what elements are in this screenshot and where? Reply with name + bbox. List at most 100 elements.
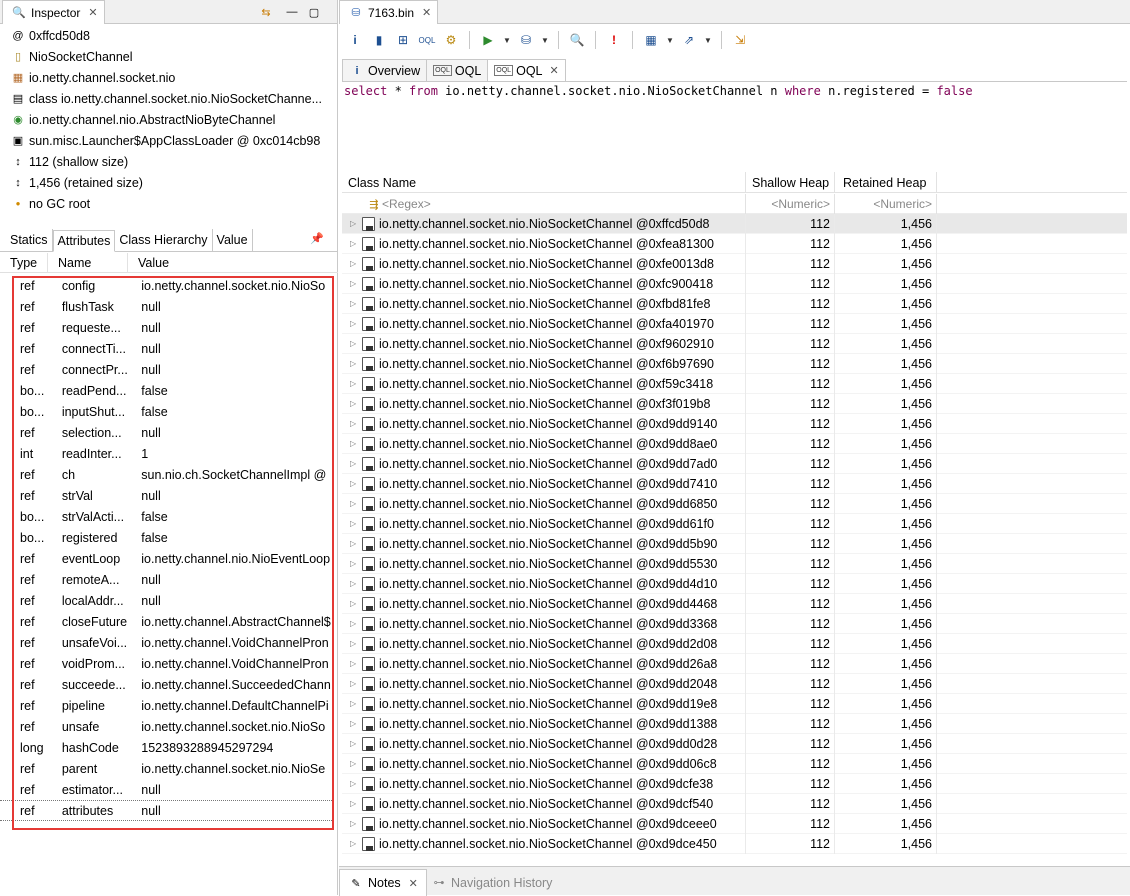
info-class[interactable]: ▤ class io.netty.channel.socket.nio.NioS… [0,88,338,109]
table-row[interactable]: ▷ io.netty.channel.socket.nio.NioSocketCh… [342,513,1127,534]
expand-icon[interactable]: ▷ [350,359,362,368]
attribute-row[interactable]: ref voidProm... io.netty.channel.VoidChann… [0,653,334,674]
info-superclass[interactable]: ◉ io.netty.channel.nio.AbstractNioByteCh… [0,109,338,130]
expand-icon[interactable]: ▷ [350,459,362,468]
histogram-icon[interactable]: ▮ [369,30,389,50]
expand-icon[interactable]: ▷ [350,679,362,688]
tab-statics[interactable]: Statics [6,229,53,251]
expand-icon[interactable]: ▷ [350,339,362,348]
attribute-row[interactable]: ref ch sun.nio.ch.SocketChannelImpl @ [0,464,334,485]
tab-value[interactable]: Value [213,229,253,251]
expand-icon[interactable]: ▷ [350,599,362,608]
attribute-row[interactable]: ref parent io.netty.channel.socket.nio.Nio… [0,758,334,779]
close-icon[interactable]: ✕ [409,877,418,890]
attribute-row[interactable]: bo... registered false [0,527,334,548]
chevron-down-icon[interactable]: ▼ [665,30,675,50]
expand-icon[interactable]: ▷ [350,719,362,728]
attribute-row[interactable]: long hashCode 1523893288945297294 [0,737,334,758]
expand-icon[interactable]: ▷ [350,839,362,848]
expand-icon[interactable]: ▷ [350,579,362,588]
close-icon[interactable]: ✕ [88,6,97,19]
attribute-row[interactable]: ref connectPr... null [0,359,334,380]
oql-query-editor[interactable]: select * from io.netty.channel.socket.ni… [344,84,973,98]
shallow-filter[interactable]: <Numeric> [746,194,835,214]
table-row[interactable]: ▷ io.netty.channel.socket.nio.NioSocketCh… [342,393,1127,414]
expand-icon[interactable]: ▷ [350,819,362,828]
table-row[interactable]: ▷ io.netty.channel.socket.nio.NioSocketCh… [342,533,1127,554]
table-row[interactable]: ▷ io.netty.channel.socket.nio.NioSocketCh… [342,313,1127,334]
expand-icon[interactable]: ▷ [350,559,362,568]
table-row[interactable]: ▷ io.netty.channel.socket.nio.NioSocketCh… [342,453,1127,474]
column-value[interactable]: Value [128,253,334,273]
table-row[interactable]: ▷ io.netty.channel.socket.nio.NioSocketCh… [342,633,1127,654]
chevron-down-icon[interactable]: ▼ [540,30,550,50]
tab-oql-1[interactable]: OQL OQL [426,59,489,81]
tab-oql-2[interactable]: OQL OQL ✕ [487,59,566,81]
attribute-row[interactable]: ref eventLoop io.netty.channel.nio.NioEven… [0,548,334,569]
table-row[interactable]: ▷ io.netty.channel.socket.nio.NioSocketCh… [342,773,1127,794]
expand-icon[interactable]: ▷ [350,279,362,288]
expand-icon[interactable]: ▷ [350,739,362,748]
attribute-row[interactable]: ref requeste... null [0,317,334,338]
info-classloader[interactable]: ▣ sun.misc.Launcher$AppClassLoader @ 0xc… [0,130,338,151]
attribute-row[interactable]: ref closeFuture io.netty.channel.AbstractC… [0,611,334,632]
expand-icon[interactable]: ▷ [350,759,362,768]
thread-icon[interactable]: ⚙ [441,30,461,50]
column-retained-heap[interactable]: Retained Heap [835,172,937,193]
sync-icon[interactable]: ⇆ [258,4,274,20]
attribute-row[interactable]: ref attributes null [0,800,334,821]
attribute-row[interactable]: ref selection... null [0,422,334,443]
table-row[interactable]: ▷ io.netty.channel.socket.nio.NioSocketCh… [342,613,1127,634]
column-class-name[interactable]: Class Name [342,172,746,193]
column-shallow-heap[interactable]: Shallow Heap [746,172,835,193]
expand-icon[interactable]: ▷ [350,659,362,668]
table-row[interactable]: ▷ io.netty.channel.socket.nio.NioSocketCh… [342,233,1127,254]
table-row[interactable]: ▷ io.netty.channel.socket.nio.NioSocketCh… [342,353,1127,374]
expand-icon[interactable]: ▷ [350,539,362,548]
attribute-row[interactable]: ref strVal null [0,485,334,506]
query-browser-icon[interactable]: ⛁ [516,30,536,50]
tab-class-hierarchy[interactable]: Class Hierarchy [115,229,213,251]
table-row[interactable]: ▷ io.netty.channel.socket.nio.NioSocketCh… [342,713,1127,734]
expand-icon[interactable]: ▷ [350,479,362,488]
attribute-row[interactable]: ref succeede... io.netty.channel.Succeeded… [0,674,334,695]
table-row[interactable]: ▷ io.netty.channel.socket.nio.NioSocketCh… [342,693,1127,714]
table-row[interactable]: ▷ io.netty.channel.socket.nio.NioSocketCh… [342,333,1127,354]
table-row[interactable]: ▷ io.netty.channel.socket.nio.NioSocketCh… [342,373,1127,394]
expand-icon[interactable]: ▷ [350,239,362,248]
attribute-row[interactable]: ref unsafe io.netty.channel.socket.nio.Nio… [0,716,334,737]
table-row[interactable]: ▷ io.netty.channel.socket.nio.NioSocketCh… [342,273,1127,294]
dominator-tree-icon[interactable]: ⊞ [393,30,413,50]
tab-heap-dump[interactable]: ⛁ 7163.bin ✕ [339,0,439,24]
expand-icon[interactable]: ▷ [350,299,362,308]
attribute-row[interactable]: bo... inputShut... false [0,401,334,422]
chevron-down-icon[interactable]: ▼ [703,30,713,50]
attribute-row[interactable]: ref connectTi... null [0,338,334,359]
export-icon[interactable]: ⇗ [679,30,699,50]
attribute-row[interactable]: int readInter... 1 [0,443,334,464]
tab-navigation-history[interactable]: ⊶ Navigation History [423,869,560,896]
expand-icon[interactable]: ▷ [350,519,362,528]
expand-icon[interactable]: ▷ [350,699,362,708]
chevron-down-icon[interactable]: ▼ [502,30,512,50]
close-icon[interactable]: ✕ [422,6,431,19]
table-row[interactable]: ▷ io.netty.channel.socket.nio.NioSocketCh… [342,493,1127,514]
expand-icon[interactable]: ▷ [350,639,362,648]
attribute-row[interactable]: ref estimator... null [0,779,334,800]
table-row[interactable]: ▷ io.netty.channel.socket.nio.NioSocketCh… [342,833,1127,854]
table-row[interactable]: ▷ io.netty.channel.socket.nio.NioSocketCh… [342,733,1127,754]
run-report-icon[interactable]: ▶ [478,30,498,50]
info-icon[interactable]: i [345,30,365,50]
table-row[interactable]: ▷ io.netty.channel.socket.nio.NioSocketCh… [342,473,1127,494]
table-row[interactable]: ▷ io.netty.channel.socket.nio.NioSocketCh… [342,293,1127,314]
minimize-icon[interactable]: — [284,4,300,20]
expand-icon[interactable]: ▷ [350,259,362,268]
expand-icon[interactable]: ▷ [350,319,362,328]
table-row[interactable]: ▷ io.netty.channel.socket.nio.NioSocketCh… [342,253,1127,274]
calculator-icon[interactable]: ▦ [641,30,661,50]
attribute-row[interactable]: ref unsafeVoi... io.netty.channel.VoidChan… [0,632,334,653]
table-row[interactable]: ▷ io.netty.channel.socket.nio.NioSocketCh… [342,213,1127,234]
expand-icon[interactable]: ▷ [350,439,362,448]
table-row[interactable]: ▷ io.netty.channel.socket.nio.NioSocketCh… [342,433,1127,454]
table-row[interactable]: ▷ io.netty.channel.socket.nio.NioSocketCh… [342,673,1127,694]
